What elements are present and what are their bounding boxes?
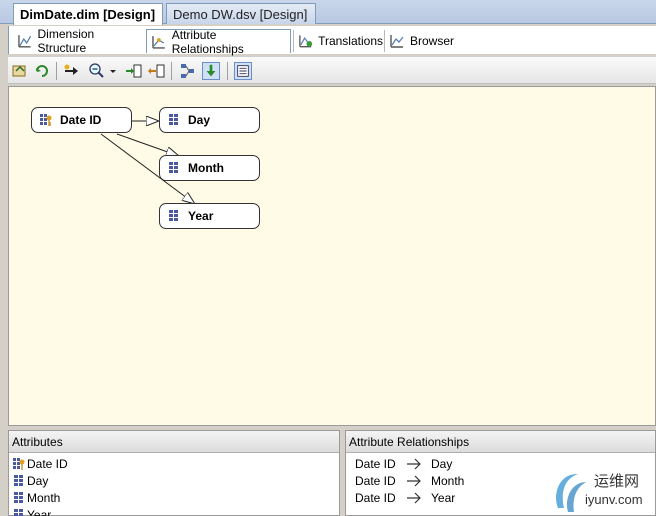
tab-dimension-structure-label: Dimension Structure	[37, 27, 95, 55]
list-item-day[interactable]: Day	[9, 472, 339, 489]
zoom-dropdown-icon[interactable]	[108, 62, 118, 80]
tab-attribute-relationships[interactable]: Attribute Relationships	[146, 27, 291, 56]
attribute-relationship-diagram[interactable]: Date ID Day Month Year	[8, 86, 656, 426]
attributes-pane-title: Attributes	[9, 431, 339, 453]
list-item-label: Month	[27, 490, 61, 505]
list-item-label: Date ID	[27, 456, 68, 471]
tab-dimension-structure[interactable]: Dimension Structure	[13, 27, 143, 55]
relationship-to: Month	[431, 474, 465, 488]
document-tab-strip: DimDate.dim [Design] Demo DW.dsv [Design…	[0, 0, 656, 25]
relationships-pane-title: Attribute Relationships	[346, 431, 655, 453]
list-item-month[interactable]: Month	[9, 489, 339, 506]
tab-attribute-relationships-label: Attribute Relationships	[171, 27, 244, 56]
watermark-chinese: 运维网	[594, 473, 640, 490]
node-day-label: Day	[188, 113, 211, 127]
key-attribute-icon	[13, 457, 25, 470]
dimension-structure-icon	[18, 35, 32, 48]
relationship-to: Day	[431, 457, 453, 471]
browser-icon	[390, 35, 404, 48]
node-month-label: Month	[188, 161, 224, 175]
attribute-icon	[169, 162, 178, 173]
relationship-from: Date ID	[355, 491, 396, 505]
relationship-from: Date ID	[355, 457, 396, 471]
node-year[interactable]: Year	[159, 203, 260, 229]
tab-translations-label: Translations	[318, 34, 383, 48]
tab-browser-label: Browser	[410, 34, 455, 48]
tab-browser[interactable]: Browser	[384, 30, 464, 52]
collapse-icon[interactable]	[148, 62, 166, 80]
attribute-icon	[169, 210, 178, 221]
attributes-list: Date ID Day Month Year	[9, 453, 339, 516]
relationship-arrow-icon	[407, 458, 421, 470]
attribute-icon	[14, 508, 23, 516]
relationship-arrow-icon	[407, 492, 421, 504]
attribute-relationships-icon	[152, 35, 165, 49]
refresh-icon[interactable]	[33, 62, 51, 80]
tab-translations[interactable]: Translations	[293, 30, 383, 52]
attribute-icon	[14, 491, 23, 503]
relationship-from: Date ID	[355, 474, 396, 488]
list-item-date-id[interactable]: Date ID	[9, 455, 339, 472]
attribute-icon	[14, 474, 23, 486]
relationship-edges	[100, 87, 656, 427]
attribute-icon	[169, 114, 178, 125]
node-date-id-label: Date ID	[60, 113, 102, 127]
arrange-icon[interactable]	[179, 62, 197, 80]
node-day[interactable]: Day	[159, 107, 260, 133]
node-date-id[interactable]: Date ID	[31, 107, 132, 133]
doc-tab-dimdate[interactable]: DimDate.dim [Design]	[13, 3, 163, 25]
zoom-icon[interactable]	[88, 62, 106, 80]
key-attribute-icon	[40, 114, 52, 126]
watermark-url: iyunv.com	[585, 492, 643, 507]
node-year-label: Year	[188, 209, 214, 223]
list-item-label: Year	[27, 507, 52, 516]
list-item-label: Day	[27, 473, 49, 488]
doc-tab-demo-dw[interactable]: Demo DW.dsv [Design]	[166, 3, 316, 24]
relationship-to: Year	[431, 491, 456, 505]
expand-icon[interactable]	[125, 62, 143, 80]
relationship-arrow-icon	[407, 475, 421, 487]
process-icon[interactable]	[11, 62, 29, 80]
new-relationship-icon[interactable]	[63, 62, 81, 80]
designer-toolbar	[8, 56, 656, 84]
show-list-icon[interactable]	[234, 62, 252, 80]
list-item-year[interactable]: Year	[9, 506, 339, 516]
node-month[interactable]: Month	[159, 155, 260, 181]
translations-icon	[299, 35, 313, 48]
fit-icon[interactable]	[202, 62, 220, 80]
attributes-pane: Attributes Date ID Day Month Year	[8, 430, 340, 516]
designer-tab-strip: Dimension Structure Attribute Relationsh…	[8, 26, 656, 56]
